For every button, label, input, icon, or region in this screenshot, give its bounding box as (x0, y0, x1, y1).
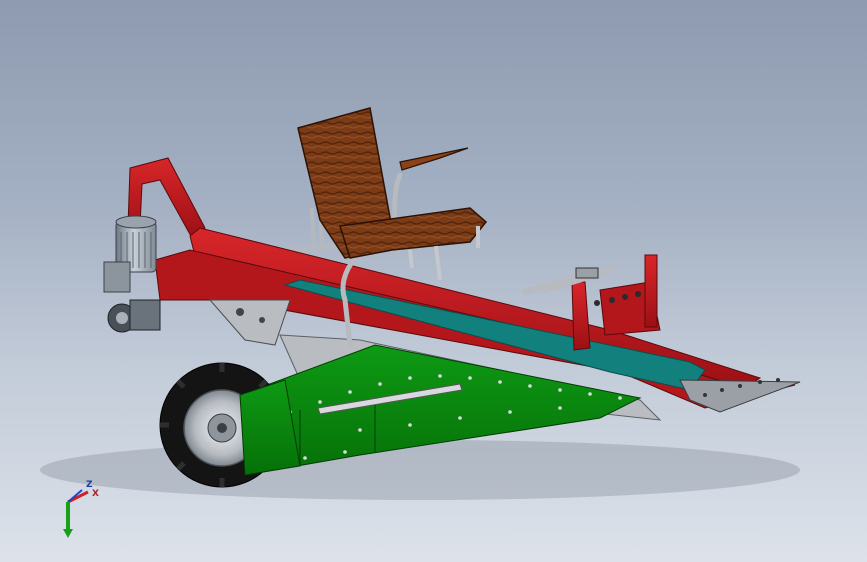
bracket (208, 299, 291, 346)
x-axis-label: X (92, 489, 99, 499)
cad-viewport[interactable]: Z X (0, 0, 867, 562)
motor (103, 215, 157, 293)
axis-triad: Z X (63, 480, 99, 538)
gearbox (107, 299, 161, 333)
ground-shadow (40, 440, 800, 500)
blade (679, 378, 801, 413)
machine-model[interactable] (0, 0, 867, 562)
seat (297, 107, 488, 259)
armrest (399, 147, 469, 171)
y-arrow-icon (63, 529, 73, 538)
